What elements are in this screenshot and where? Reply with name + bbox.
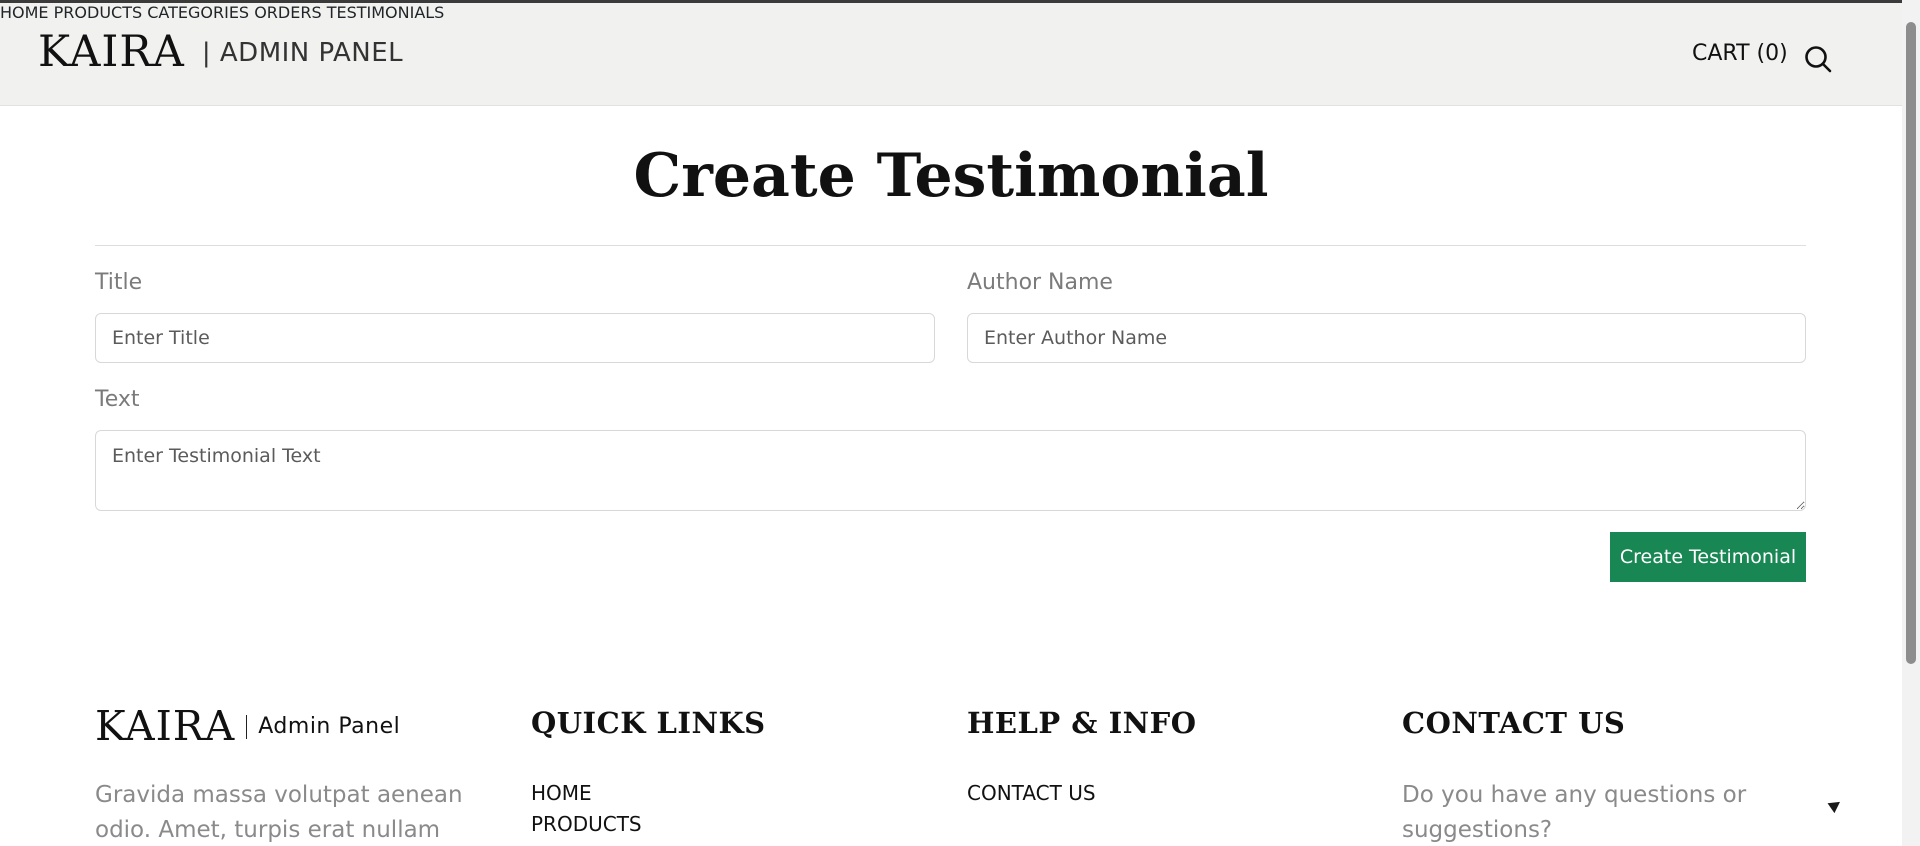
footer-brand-separator — [246, 714, 248, 739]
contact-us-text: Do you have any questions or suggestions… — [1402, 782, 1747, 843]
search-icon[interactable] — [1803, 44, 1833, 74]
footer-description: Gravida massa volutpat aenean odio. Amet… — [95, 782, 463, 843]
scrollbar-thumb[interactable] — [1906, 22, 1916, 664]
title-divider — [95, 245, 1806, 246]
contact-us-heading: CONTACT US — [1402, 706, 1626, 740]
nav-categories[interactable]: CATEGORIES — [147, 3, 249, 22]
page-title: Create Testimonial — [633, 141, 1269, 211]
brand[interactable]: KAIRA | ADMIN PANEL — [38, 31, 403, 74]
author-name-label: Author Name — [967, 270, 1113, 295]
nav-testimonials[interactable]: TESTIMONIALS — [327, 3, 445, 22]
cart-link[interactable]: CART (0) — [1692, 41, 1788, 66]
footer-kaira-logo[interactable]: KAIRA — [95, 706, 235, 747]
nav-home[interactable]: HOME — [0, 3, 49, 22]
nav-orders[interactable]: ORDERS — [254, 3, 321, 22]
footer-link-contact-us[interactable]: CONTACT US — [967, 781, 1096, 805]
site-header: KAIRA | ADMIN PANEL HOME PRODUCTS CATEGO… — [0, 3, 1902, 106]
main-nav: HOME PRODUCTS CATEGORIES ORDERS TESTIMON… — [0, 3, 1902, 22]
quick-links-heading: QUICK LINKS — [531, 706, 766, 740]
footer-link-home[interactable]: HOME — [531, 781, 592, 805]
author-name-input[interactable] — [967, 313, 1806, 363]
testimonial-text-input[interactable] — [95, 430, 1806, 511]
kaira-logo[interactable]: KAIRA — [38, 31, 185, 74]
create-testimonial-button[interactable]: Create Testimonial — [1610, 532, 1806, 582]
footer-brand[interactable]: KAIRA Admin Panel — [95, 706, 400, 747]
title-label: Title — [95, 270, 143, 295]
title-input[interactable] — [95, 313, 935, 363]
footer-admin-panel-label: Admin Panel — [258, 714, 401, 739]
nav-products[interactable]: PRODUCTS — [54, 3, 143, 22]
mouse-cursor-icon — [1827, 796, 1844, 814]
admin-panel-label: | ADMIN PANEL — [201, 37, 404, 68]
footer-link-products[interactable]: PRODUCTS — [531, 812, 642, 836]
help-info-heading: HELP & INFO — [967, 706, 1197, 740]
text-label: Text — [95, 387, 140, 412]
